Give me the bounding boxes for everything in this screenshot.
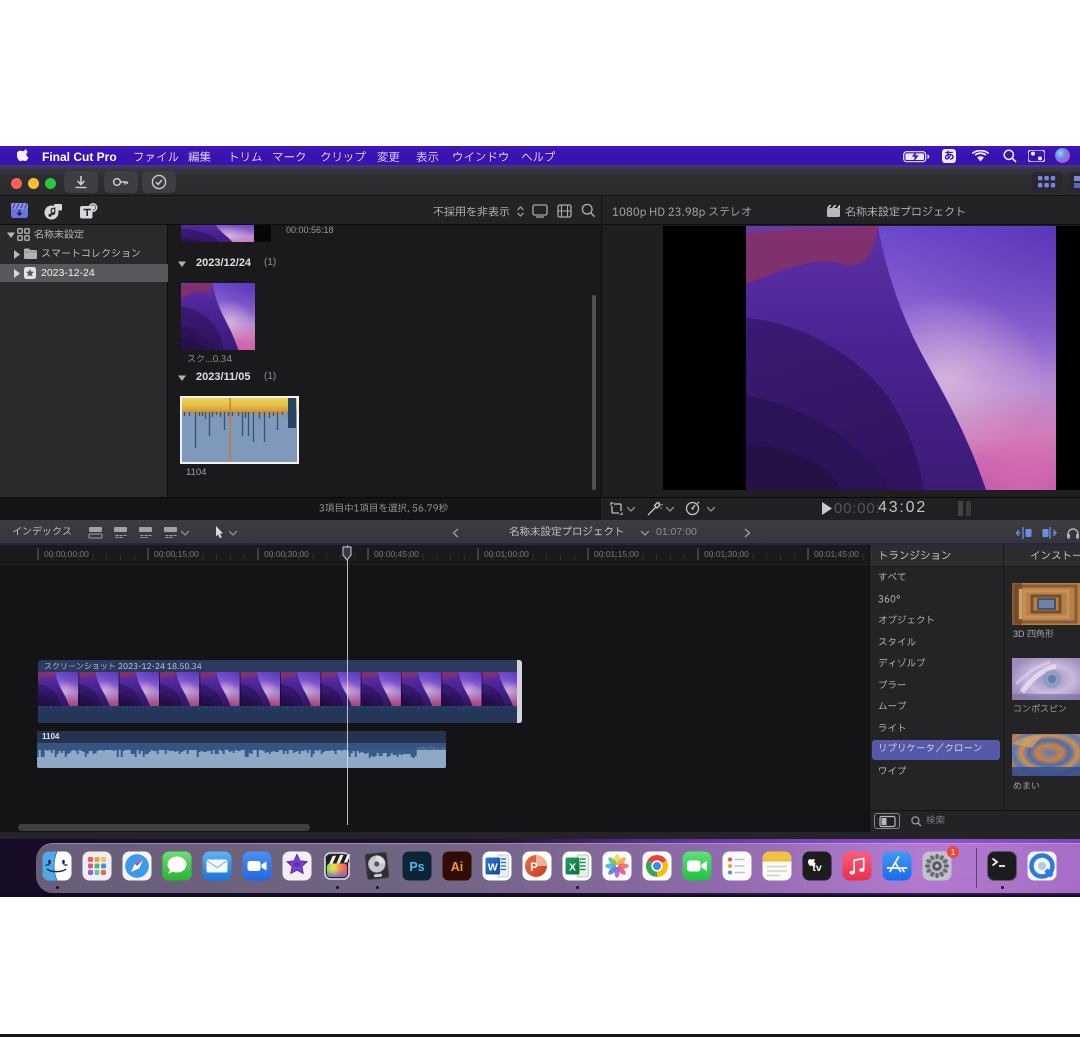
svg-text:Ai: Ai [451,860,464,874]
svg-text:P: P [530,862,538,874]
svg-text:X: X [569,862,576,874]
svg-text:W: W [488,862,498,874]
svg-text:Ps: Ps [409,860,424,874]
